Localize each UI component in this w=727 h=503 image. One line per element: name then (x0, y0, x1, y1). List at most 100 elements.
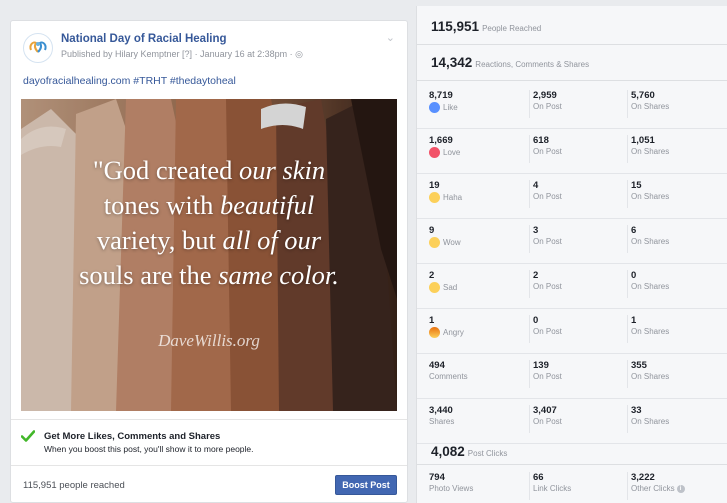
quote-line2-italic: beautiful (220, 190, 315, 220)
page-name-link[interactable]: National Day of Racial Healing (61, 33, 227, 45)
total-cell: 2 Sad (429, 270, 457, 293)
quote-line4-plain: souls are the (79, 260, 219, 290)
on-post-cell: 2 On Post (529, 270, 562, 298)
total-value: 9 (429, 225, 435, 236)
shares-row: 3,440 Shares 3,407 On Post 33 On Shares (417, 399, 727, 444)
on-shares-value: 33 (631, 405, 642, 416)
reaction-row-love: 1,669 Love 618 On Post 1,051 On Shares (417, 129, 727, 174)
boost-post-button[interactable]: Boost Post (335, 475, 397, 495)
on-shares-cell: 5,760 On Shares (627, 90, 669, 118)
on-shares-value: 0 (631, 270, 637, 281)
on-post-label: On Post (533, 237, 562, 246)
total-label: Wow (443, 238, 461, 247)
on-shares-value: 15 (631, 180, 642, 191)
photo-views-label: Photo Views (429, 484, 474, 493)
on-post-label: On Post (533, 102, 562, 111)
on-shares-label: On Shares (631, 147, 670, 156)
on-shares-cell: 33 On Shares (627, 405, 669, 433)
boost-promo: Get More Likes, Comments and Shares When… (11, 419, 407, 465)
on-shares-label: On Shares (631, 237, 670, 246)
total-value: 1,669 (429, 135, 453, 146)
total-label: Angry (443, 328, 464, 337)
on-shares-cell: 0 On Shares (627, 270, 669, 298)
on-shares-value: 1 (631, 315, 637, 326)
post-clicks-value: 4,082 (431, 444, 465, 459)
post-image[interactable]: "God created our skin tones with beautif… (21, 99, 397, 411)
total-label-wrap: Angry (429, 327, 464, 338)
reaction-row-angry: 1 Angry 0 On Post 1 On Shares (417, 309, 727, 354)
total-label-wrap: Haha (429, 192, 462, 203)
on-post-value: 4 (533, 180, 539, 191)
on-post-label: On Post (533, 147, 562, 156)
on-shares-label: On Shares (631, 102, 670, 111)
on-post-cell: 3 On Post (529, 225, 562, 253)
on-post-cell: 0 On Post (529, 315, 562, 343)
total-cell: 1 Angry (429, 315, 464, 338)
on-shares-label: On Shares (631, 327, 670, 336)
on-post-label: On Post (533, 372, 562, 381)
total-label: Sad (443, 283, 458, 292)
total-cell: 8,719 Like (429, 90, 458, 113)
total-cell: 19 Haha (429, 180, 462, 203)
on-shares-cell: 6 On Shares (627, 225, 669, 253)
post-card: National Day of Racial Healing Published… (10, 20, 408, 503)
link-clicks-cell: 66 Link Clicks (529, 472, 571, 500)
on-post-label: On Post (533, 327, 562, 336)
promo-title: Get More Likes, Comments and Shares (44, 431, 221, 442)
chevron-down-icon[interactable]: ⌄ (386, 31, 395, 44)
image-quote: "God created our skin tones with beautif… (21, 153, 397, 293)
post-clicks-label: Post Clicks (467, 449, 508, 458)
engagement-label: Reactions, Comments & Shares (475, 60, 590, 69)
on-shares-cell: 355 On Shares (627, 360, 669, 388)
on-post-label: On Post (533, 417, 562, 426)
people-reached-value: 115,951 (431, 19, 480, 34)
other-clicks-value: 3,222 (631, 472, 655, 483)
quote-line2-plain: tones with (103, 190, 221, 220)
wow-icon (429, 237, 440, 248)
total-label-wrap: Sad (429, 282, 457, 293)
total-label: Haha (443, 193, 463, 202)
comments-row: 494 Comments 139 On Post 355 On Shares (417, 354, 727, 399)
quote-line3-italic: all of our (222, 225, 322, 255)
divider (417, 80, 727, 81)
total-label-wrap: Like (429, 102, 458, 113)
total-cell: 1,669 Love (429, 135, 460, 158)
love-icon (429, 147, 440, 158)
image-attribution: DaveWillis.org (158, 331, 260, 350)
checkmark-icon (21, 430, 35, 442)
reaction-row-haha: 19 Haha 4 On Post 15 On Shares (417, 174, 727, 219)
link-clicks-value: 66 (533, 472, 544, 483)
on-shares-cell: 1 On Shares (627, 315, 669, 343)
post-link-text[interactable]: dayofracialhealing.com #TRHT #thedaytohe… (23, 75, 236, 87)
divider (417, 464, 727, 465)
other-clicks-label: Other Clicks (631, 484, 675, 493)
on-shares-value: 5,760 (631, 90, 655, 101)
total-label: Comments (429, 372, 468, 381)
post-footer: 115,951 people reached Boost Post (11, 465, 407, 503)
total-value: 1 (429, 315, 435, 326)
on-post-cell: 3,407 On Post (529, 405, 562, 433)
on-post-label: On Post (533, 282, 562, 291)
total-cell: 494 Comments (429, 360, 468, 381)
other-clicks-label-wrap: Other Clicks i (631, 484, 685, 493)
divider (417, 44, 727, 45)
haha-icon (429, 192, 440, 203)
info-icon[interactable]: i (676, 484, 685, 493)
total-cell: 3,440 Shares (429, 405, 454, 426)
link-clicks-label: Link Clicks (533, 484, 572, 493)
page-avatar[interactable] (23, 33, 53, 63)
on-post-value: 139 (533, 360, 549, 371)
total-label-wrap: Love (429, 147, 460, 158)
on-post-cell: 2,959 On Post (529, 90, 562, 118)
on-shares-value: 6 (631, 225, 637, 236)
total-value: 2 (429, 270, 435, 281)
total-value: 494 (429, 360, 445, 371)
total-label: Shares (429, 417, 455, 426)
engagement-stat: 14,342 Reactions, Comments & Shares (431, 54, 589, 72)
quote-line1-plain: "God created (92, 155, 240, 185)
on-post-cell: 4 On Post (529, 180, 562, 208)
on-post-value: 2 (533, 270, 539, 281)
on-shares-cell: 15 On Shares (627, 180, 669, 208)
quote-line3-plain: variety, but (96, 225, 223, 255)
total-value: 3,440 (429, 405, 453, 416)
